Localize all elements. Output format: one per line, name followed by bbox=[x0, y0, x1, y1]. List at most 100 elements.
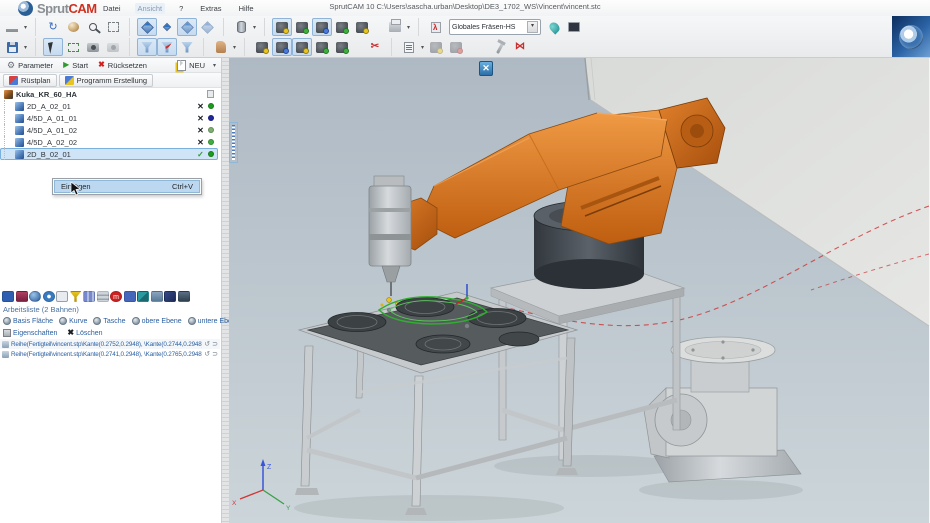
obere-ebene-button[interactable]: obere Ebene bbox=[131, 317, 182, 325]
menu-extras[interactable]: Extras bbox=[197, 3, 224, 14]
machine-head-2-button[interactable] bbox=[292, 18, 312, 36]
status-x-icon[interactable]: ✕ bbox=[196, 114, 205, 123]
workpiece-stock-button[interactable] bbox=[231, 18, 251, 36]
panel-splitter[interactable] bbox=[222, 58, 229, 523]
worklist-tool-2-icon[interactable] bbox=[15, 291, 28, 302]
doc-dropdown-caret[interactable]: ▾ bbox=[419, 44, 426, 51]
worklist-tool-13-icon[interactable] bbox=[164, 291, 176, 302]
menu-hilfe[interactable]: Hilfe bbox=[236, 3, 257, 14]
select-pointer-button[interactable] bbox=[43, 38, 63, 56]
eigenschaften-button[interactable]: Eigenschaften bbox=[3, 329, 57, 337]
basis-flaeche-button[interactable]: Basis Fläche bbox=[3, 317, 53, 325]
orbit-view-button[interactable]: ↻ bbox=[43, 18, 63, 36]
print-button[interactable] bbox=[385, 18, 405, 36]
new-operation-button[interactable]: NEU bbox=[173, 59, 209, 72]
worklist-tool-1-icon[interactable] bbox=[2, 291, 14, 302]
shaded-view-button[interactable] bbox=[63, 18, 83, 36]
reset-button[interactable]: ✖ Rücksetzen bbox=[94, 60, 151, 71]
tolerance-button[interactable]: ⋈ bbox=[510, 38, 530, 56]
machine-monitor-button[interactable] bbox=[564, 18, 584, 36]
direction-icon[interactable]: ⊃ bbox=[212, 340, 218, 348]
menu-datei[interactable]: Datei bbox=[100, 3, 124, 14]
tree-row[interactable]: 4/5D_A_02_02 ✕ bbox=[0, 136, 218, 148]
direction-icon[interactable]: ⊃ bbox=[212, 350, 218, 358]
robot-cell-3-button[interactable] bbox=[292, 38, 312, 56]
ruestplan-button[interactable]: Rüstplan bbox=[3, 73, 57, 87]
status-dot[interactable] bbox=[208, 115, 214, 121]
worklist-tool-4-icon[interactable] bbox=[42, 291, 55, 302]
machine-head-1-button[interactable] bbox=[272, 18, 292, 36]
neu-dropdown-caret[interactable]: ▾ bbox=[211, 62, 218, 69]
zoom-button[interactable] bbox=[83, 18, 103, 36]
tree-row[interactable]: 2D_A_02_01 ✕ bbox=[0, 100, 218, 112]
tasche-button[interactable]: Tasche bbox=[93, 317, 126, 325]
measure-button[interactable] bbox=[490, 38, 510, 56]
robot-cell-4-button[interactable] bbox=[312, 38, 332, 56]
worklist-row[interactable]: Reihe(Fertigteil\vincent.stp\Kante(0.274… bbox=[0, 349, 220, 359]
status-x-icon[interactable]: ✕ bbox=[196, 102, 205, 111]
viewport-3d[interactable]: Z X Y ✕ bbox=[229, 58, 929, 523]
machining-scheme-combobox[interactable]: Globales Fräsen-HS ▾ bbox=[449, 19, 541, 35]
machine-tool-a-button[interactable] bbox=[426, 38, 446, 56]
snapshot-button[interactable] bbox=[83, 38, 103, 56]
postprocessor-button[interactable] bbox=[426, 18, 446, 36]
worklist-row[interactable]: Reihe(Fertigteil\vincent.stp\Kante(0.275… bbox=[0, 339, 220, 349]
worklist-tool-10-icon[interactable] bbox=[123, 291, 136, 302]
print-dropdown-caret[interactable]: ▾ bbox=[405, 24, 412, 31]
robot-cell-2-button[interactable] bbox=[272, 38, 292, 56]
material-dropdown-caret[interactable]: ▾ bbox=[231, 44, 238, 51]
save-button[interactable] bbox=[2, 38, 22, 56]
zoom-fit-button[interactable] bbox=[103, 18, 123, 36]
kurve-button[interactable]: Kurve bbox=[59, 317, 87, 325]
reverse-icon[interactable]: ↺ bbox=[204, 350, 210, 358]
menu-ansicht[interactable]: Ansicht bbox=[134, 3, 166, 14]
worklist-tool-11-icon[interactable] bbox=[137, 291, 149, 302]
status-dot[interactable] bbox=[208, 127, 214, 133]
tree-row[interactable]: 4/5D_A_01_01 ✕ bbox=[0, 112, 218, 124]
stock-dropdown-caret[interactable]: ▾ bbox=[251, 24, 258, 31]
worklist-tool-8-icon[interactable] bbox=[96, 291, 109, 302]
status-dot[interactable] bbox=[208, 139, 214, 145]
worklist-tool-7-icon[interactable] bbox=[83, 291, 95, 302]
robot-cell-1-button[interactable] bbox=[252, 38, 272, 56]
filter-3-button[interactable] bbox=[177, 38, 197, 56]
parameter-button[interactable]: ⚙ Parameter bbox=[3, 60, 57, 71]
status-dot[interactable] bbox=[208, 103, 214, 109]
machine-head-3-button[interactable] bbox=[312, 18, 332, 36]
worklist-tool-9-icon[interactable]: m bbox=[110, 291, 122, 302]
material-button[interactable] bbox=[211, 38, 231, 56]
status-x-icon[interactable]: ✕ bbox=[196, 138, 205, 147]
simulation-button[interactable] bbox=[544, 18, 564, 36]
view-preset-2-button[interactable] bbox=[157, 18, 177, 36]
machine-head-4-button[interactable] bbox=[332, 18, 352, 36]
robot-cell-5-button[interactable] bbox=[332, 38, 352, 56]
save-dropdown-caret[interactable]: ▾ bbox=[22, 44, 29, 51]
filter-2-button[interactable] bbox=[157, 38, 177, 56]
view-preset-3-button[interactable] bbox=[177, 18, 197, 36]
scheme-dropdown-icon[interactable]: ▾ bbox=[527, 21, 538, 33]
snapshot2-button[interactable] bbox=[103, 38, 123, 56]
machine-tool-b-button[interactable] bbox=[446, 38, 466, 56]
worklist-tool-12-icon[interactable] bbox=[150, 291, 163, 302]
reverse-icon[interactable]: ↺ bbox=[204, 340, 210, 348]
worklist-tool-5-icon[interactable] bbox=[56, 291, 68, 302]
import-model-button[interactable] bbox=[2, 18, 22, 36]
menu-help-q[interactable]: ? bbox=[176, 3, 186, 14]
tree-row[interactable]: 4/5D_A_01_02 ✕ bbox=[0, 124, 218, 136]
view-preset-4-button[interactable] bbox=[197, 18, 217, 36]
worklist-tool-6-icon[interactable] bbox=[69, 291, 82, 302]
loeschen-button[interactable]: ✖ Löschen bbox=[67, 329, 102, 337]
programm-erstellung-button[interactable]: Programm Erstellung bbox=[58, 73, 154, 87]
docked-panel-tab[interactable] bbox=[229, 122, 238, 163]
status-x-icon[interactable]: ✕ bbox=[196, 126, 205, 135]
worklist-tool-14-icon[interactable] bbox=[177, 291, 190, 302]
worklist-tool-3-icon[interactable] bbox=[29, 291, 41, 302]
view-preset-1-button[interactable] bbox=[137, 18, 157, 36]
tree-root-row[interactable]: Kuka_KR_60_HA bbox=[0, 88, 218, 100]
box-select-button[interactable] bbox=[63, 38, 83, 56]
viewport-badge-icon[interactable]: ✕ bbox=[479, 61, 493, 76]
cut-operation-button[interactable]: ✂ bbox=[365, 38, 385, 56]
import-dropdown-caret[interactable]: ▾ bbox=[22, 24, 29, 31]
status-check-icon[interactable]: ✓ bbox=[196, 150, 205, 159]
tree-row-selected[interactable]: 2D_B_02_01 ✓ bbox=[0, 148, 218, 160]
